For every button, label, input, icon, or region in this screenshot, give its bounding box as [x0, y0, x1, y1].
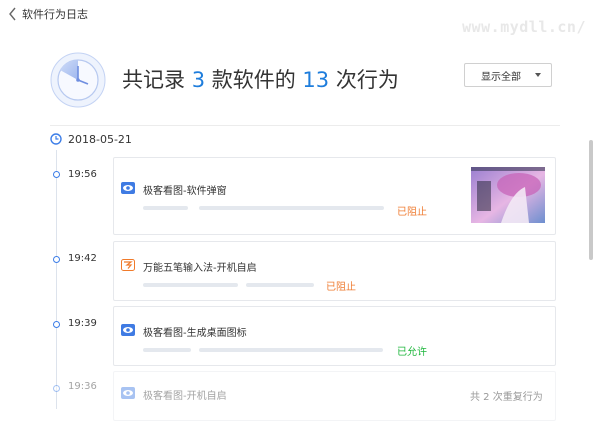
event-title: 极客看图-生成桌面图标 — [143, 328, 247, 339]
event-time: 19:42 — [68, 253, 97, 264]
timeline-dot — [53, 385, 60, 392]
back-button[interactable] — [8, 6, 18, 22]
status-badge: 已阻止 — [326, 282, 356, 293]
placeholder-bar — [143, 206, 188, 210]
page-title: 软件行为日志 — [22, 8, 88, 21]
timeline-dot — [53, 171, 60, 178]
event-time: 19:36 — [68, 381, 97, 392]
eye-icon — [121, 182, 135, 194]
wubi-icon — [121, 259, 135, 271]
status-badge: 已阻止 — [397, 207, 427, 218]
event-title: 极客看图-软件弹窗 — [143, 186, 227, 197]
event-title: 极客看图-开机自启 — [143, 391, 227, 402]
scrollbar[interactable] — [589, 140, 593, 260]
repeat-count-note: 共 2 次重复行为 — [470, 392, 543, 403]
summary-mid: 款软件的 — [205, 68, 303, 92]
timeline-dot — [53, 256, 60, 263]
event-card[interactable]: 极客看图-软件弹窗 已阻止 — [113, 157, 556, 235]
event-time: 19:39 — [68, 318, 97, 329]
eye-icon — [121, 324, 135, 336]
app-count: 3 — [191, 68, 206, 92]
chevron-down-icon — [535, 73, 541, 77]
timeline-dot — [53, 321, 60, 328]
placeholder-bar — [199, 206, 384, 210]
chevron-left-icon[interactable] — [8, 7, 18, 21]
clock-small-icon — [50, 133, 62, 145]
behavior-count: 13 — [302, 68, 330, 92]
filter-dropdown[interactable]: 显示全部 — [464, 63, 552, 87]
date-label: 2018-05-21 — [68, 132, 132, 146]
event-title: 万能五笔输入法-开机自启 — [143, 263, 257, 274]
placeholder-bar — [143, 348, 191, 352]
top-bar: 软件行为日志 www.mydll.cn/ — [0, 0, 600, 36]
watermark: www.mydll.cn/ — [462, 18, 586, 36]
timeline-line — [56, 150, 57, 409]
summary-suffix: 次行为 — [329, 68, 399, 92]
filter-label: 显示全部 — [481, 71, 521, 83]
date-header: 2018-05-21 — [50, 131, 132, 147]
divider — [50, 125, 560, 126]
event-card[interactable]: 极客看图-生成桌面图标 已允许 — [113, 306, 556, 366]
eye-icon — [121, 387, 135, 399]
status-badge: 已允许 — [397, 347, 427, 358]
event-time: 19:56 — [68, 169, 97, 180]
summary-text: 共记录 3 款软件的 13 次行为 — [122, 64, 399, 94]
clock-icon — [50, 52, 106, 108]
summary-prefix: 共记录 — [122, 68, 192, 92]
summary-header: 共记录 3 款软件的 13 次行为 显示全部 — [50, 52, 560, 108]
placeholder-bar — [246, 283, 314, 287]
placeholder-bar — [143, 283, 238, 287]
placeholder-bar — [199, 348, 383, 352]
event-card[interactable]: 万能五笔输入法-开机自启 已阻止 — [113, 241, 556, 301]
popup-thumbnail — [471, 167, 545, 223]
